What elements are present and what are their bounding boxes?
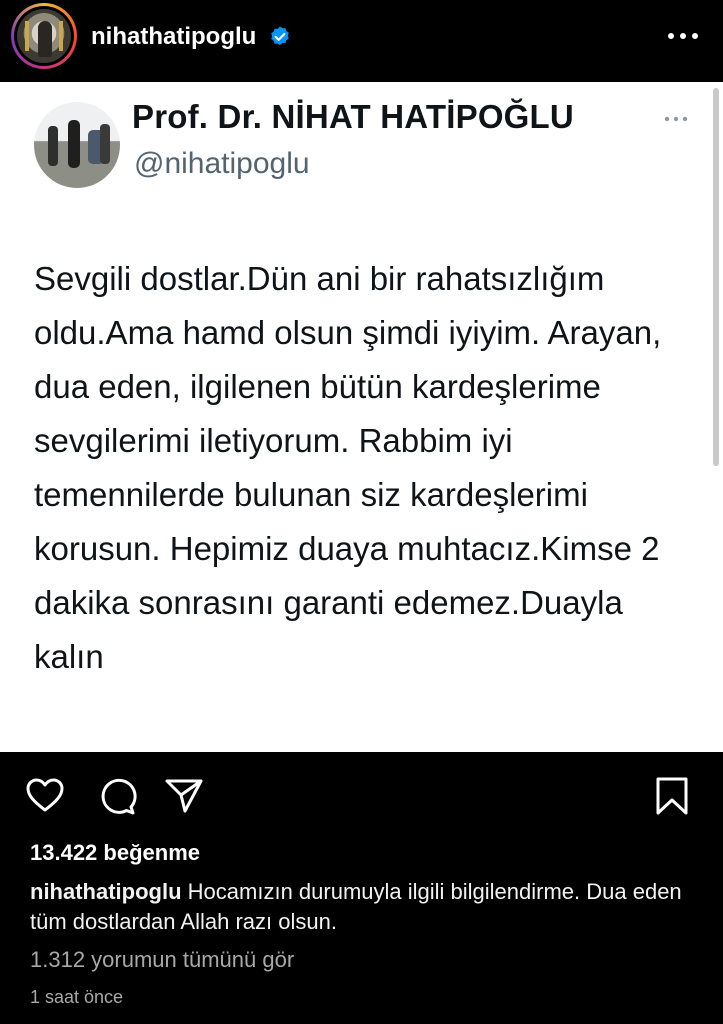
more-horizontal-icon[interactable] — [665, 30, 701, 42]
avatar-image — [17, 9, 71, 63]
tweet-text: Sevgili dostlar.Dün ani bir rahatsızlığı… — [34, 260, 662, 675]
share-button[interactable] — [164, 776, 204, 816]
caption-username[interactable]: nihathatipoglu — [30, 879, 182, 904]
post-username[interactable]: nihathatipoglu — [91, 23, 256, 51]
post-image-tweet-card[interactable]: Prof. Dr. NİHAT HATİPOĞLU @nihatipoglu S… — [0, 82, 723, 752]
avatar-detail — [59, 21, 63, 51]
comment-button[interactable] — [97, 776, 137, 816]
instagram-post-screen: nihathatipoglu Prof. Dr. NİHAT HATİPOĞLU… — [0, 0, 723, 1024]
save-button[interactable] — [652, 776, 692, 816]
post-timestamp: 1 saat önce — [30, 987, 124, 1007]
comment-icon — [101, 778, 137, 815]
scrollbar[interactable] — [713, 88, 719, 466]
avatar-figure — [38, 21, 52, 57]
verified-badge-icon — [271, 26, 289, 46]
avatar-detail — [25, 21, 29, 51]
send-icon — [165, 779, 203, 813]
tweet-avatar — [34, 102, 120, 188]
heart-icon — [26, 778, 64, 812]
bookmark-icon — [656, 777, 688, 815]
tweet-more-icon — [664, 116, 688, 122]
avatar-figure — [68, 120, 80, 168]
post-header: nihathatipoglu — [0, 0, 723, 82]
like-button[interactable] — [25, 776, 65, 816]
post-caption: nihathatipoglu Hocamızın durumuyla ilgil… — [30, 877, 710, 937]
profile-avatar[interactable] — [11, 3, 77, 69]
avatar-figure — [48, 126, 58, 166]
tweet-handle: @nihatipoglu — [134, 147, 310, 180]
post-action-bar — [0, 752, 723, 838]
tweet-display-name: Prof. Dr. NİHAT HATİPOĞLU — [132, 98, 574, 135]
like-count[interactable]: 13.422 beğenme — [30, 840, 200, 866]
avatar-figure — [100, 124, 110, 164]
avatar-border — [14, 6, 74, 66]
view-all-comments-link[interactable]: 1.312 yorumun tümünü gör — [30, 947, 294, 973]
